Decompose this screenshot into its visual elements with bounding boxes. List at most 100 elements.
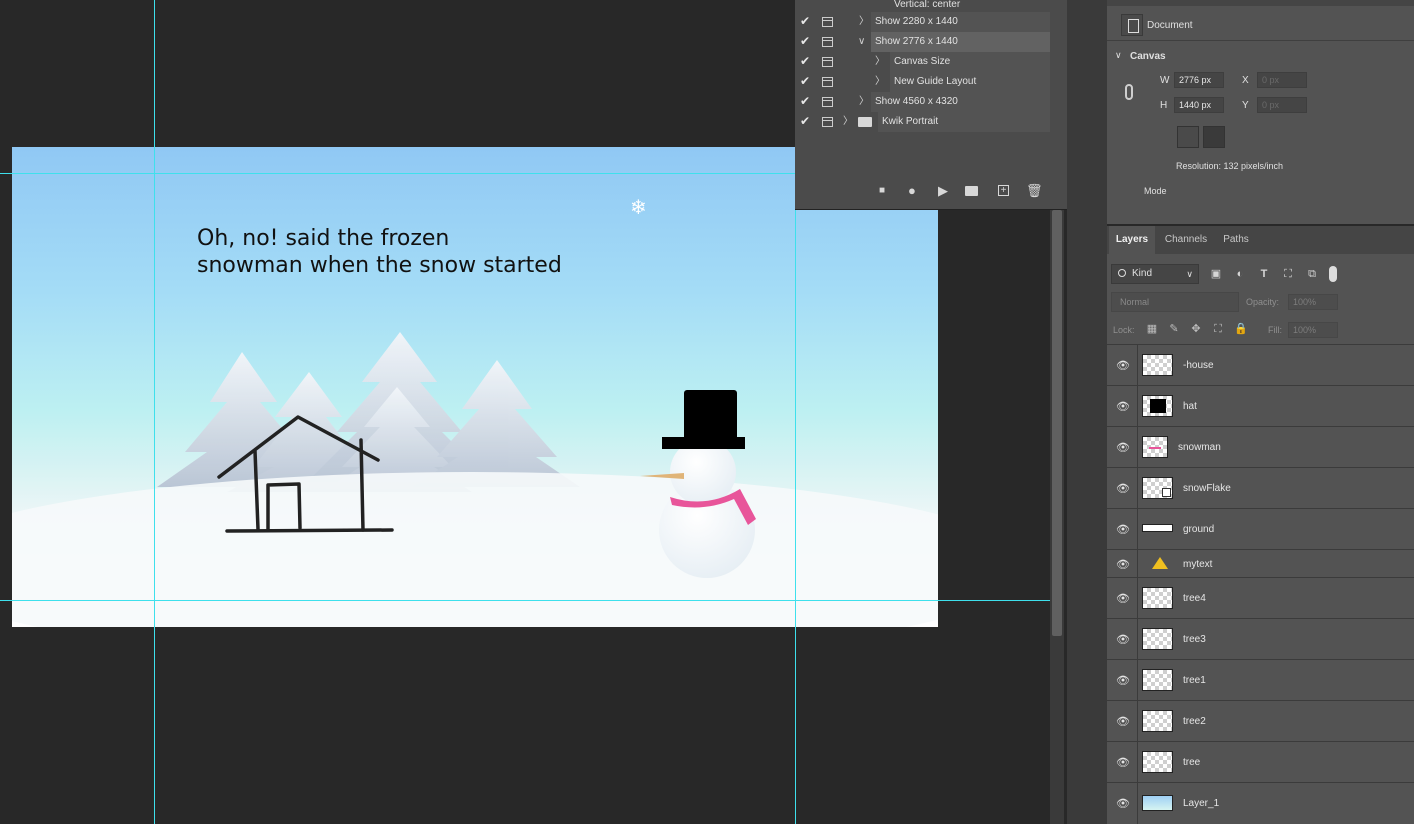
hat-thumbnail-shape	[1150, 399, 1166, 413]
dialog-toggle-icon[interactable]	[822, 117, 833, 127]
layer-row[interactable]: 👁 tree	[1107, 741, 1414, 782]
layer-row[interactable]: 👁 Layer_1	[1107, 782, 1414, 824]
scrollbar-thumb[interactable]	[1052, 210, 1062, 636]
chevron-right-icon[interactable]: 〉	[859, 12, 869, 32]
chevron-right-icon[interactable]: 〉	[875, 72, 885, 92]
fill-input[interactable]: 100%	[1288, 322, 1338, 338]
layer-name[interactable]: snowman	[1178, 442, 1221, 453]
guide-vertical[interactable]	[154, 0, 155, 824]
new-set-folder-icon[interactable]	[965, 186, 978, 196]
layer-row[interactable]: 👁 snowFlake	[1107, 467, 1414, 508]
dialog-toggle-icon[interactable]	[822, 57, 833, 67]
lock-transparent-icon[interactable]: ▦	[1146, 323, 1158, 335]
chevron-right-icon[interactable]: 〉	[859, 92, 869, 112]
layer-row[interactable]: 👁 snowman	[1107, 426, 1414, 467]
opacity-input[interactable]: 100%	[1288, 294, 1338, 310]
height-input[interactable]: 1440 px	[1174, 97, 1224, 113]
checkmark-icon[interactable]: ✔	[800, 54, 814, 68]
layer-name[interactable]: tree2	[1183, 716, 1206, 727]
checkmark-icon[interactable]: ✔	[800, 94, 814, 108]
layer-name[interactable]: tree1	[1183, 675, 1206, 686]
width-input[interactable]: 2776 px	[1174, 72, 1224, 88]
action-row[interactable]: ✔ 〉 Show 2280 x 1440	[795, 12, 1050, 32]
action-row-selected[interactable]: ✔ ∨ Show 2776 x 1440	[795, 32, 1050, 52]
play-icon[interactable]: ▶	[938, 183, 948, 199]
tab-paths[interactable]: Paths	[1215, 226, 1257, 254]
layer-thumbnail	[1142, 436, 1168, 458]
trash-icon[interactable]: 🗑	[1026, 183, 1043, 199]
layer-row[interactable]: 👁 tree2	[1107, 700, 1414, 741]
layer-name[interactable]: mytext	[1183, 559, 1212, 570]
layer-name[interactable]: -house	[1183, 360, 1214, 371]
checkmark-icon[interactable]: ✔	[800, 74, 814, 88]
guide-horizontal[interactable]	[0, 600, 1050, 601]
vertical-scrollbar[interactable]	[1050, 210, 1064, 824]
action-set-row[interactable]: ✔ 〉 Kwik Portrait	[795, 112, 1050, 132]
lock-all-icon[interactable]: 🔒	[1234, 323, 1248, 335]
kind-filter-select[interactable]: Kind ∨	[1111, 264, 1199, 284]
layer-row[interactable]: 👁 tree3	[1107, 618, 1414, 659]
action-row[interactable]: ✔ 〉 Show 4560 x 4320	[795, 92, 1050, 112]
canvas-section-title[interactable]: Canvas	[1130, 51, 1166, 62]
checkmark-icon[interactable]: ✔	[800, 34, 814, 48]
layer-name[interactable]: Layer_1	[1183, 798, 1219, 809]
action-row[interactable]: ✔ 〉 Canvas Size	[795, 52, 1050, 72]
x-input[interactable]: 0 px	[1257, 72, 1307, 88]
shape-filter-icon[interactable]: ⛶	[1282, 268, 1294, 280]
y-input[interactable]: 0 px	[1257, 97, 1307, 113]
stop-icon[interactable]: ■	[879, 183, 885, 199]
layer-name[interactable]: tree4	[1183, 593, 1206, 604]
eye-icon[interactable]: 👁	[1115, 400, 1131, 413]
layer-row[interactable]: 👁 tree4	[1107, 577, 1414, 618]
smart-object-filter-icon[interactable]: ⧉	[1306, 268, 1318, 280]
eye-icon[interactable]: 👁	[1115, 359, 1131, 372]
eye-icon[interactable]: 👁	[1115, 715, 1131, 728]
eye-icon[interactable]: 👁	[1115, 592, 1131, 605]
portrait-orientation-icon[interactable]	[1177, 126, 1199, 148]
type-filter-icon[interactable]: T	[1258, 268, 1270, 280]
document-canvas[interactable]: Oh, no! said the frozen snowman when the…	[12, 147, 938, 627]
checkmark-icon[interactable]: ✔	[800, 114, 814, 128]
record-icon[interactable]: ●	[908, 183, 916, 199]
layer-row[interactable]: 👁 tree1	[1107, 659, 1414, 700]
chevron-down-icon[interactable]: ∨	[1115, 50, 1122, 61]
eye-icon[interactable]: 👁	[1115, 523, 1131, 536]
link-icon[interactable]	[1125, 84, 1133, 100]
layer-name[interactable]: snowFlake	[1183, 483, 1231, 494]
blend-mode-select[interactable]: Normal	[1111, 292, 1239, 312]
layer-name[interactable]: ground	[1183, 524, 1214, 535]
dialog-toggle-icon[interactable]	[822, 17, 833, 27]
eye-icon[interactable]: 👁	[1115, 633, 1131, 646]
landscape-orientation-icon[interactable]	[1203, 126, 1225, 148]
lock-artboard-icon[interactable]: ⛶	[1212, 323, 1224, 335]
eye-icon[interactable]: 👁	[1115, 756, 1131, 769]
checkmark-icon[interactable]: ✔	[800, 14, 814, 28]
dialog-toggle-icon[interactable]	[822, 37, 833, 47]
chevron-down-icon[interactable]: ∨	[858, 32, 865, 52]
layer-name[interactable]: tree	[1183, 757, 1200, 768]
filter-toggle[interactable]	[1329, 266, 1337, 282]
new-action-icon[interactable]: +	[998, 185, 1009, 196]
tab-layers[interactable]: Layers	[1109, 226, 1155, 254]
chevron-right-icon[interactable]: 〉	[843, 112, 853, 132]
eye-icon[interactable]: 👁	[1115, 558, 1131, 571]
pixel-filter-icon[interactable]: ▣	[1210, 268, 1222, 280]
adjustment-filter-icon[interactable]: ◐	[1234, 268, 1246, 280]
eye-icon[interactable]: 👁	[1115, 482, 1131, 495]
lock-brush-icon[interactable]: ✎	[1168, 323, 1180, 335]
eye-icon[interactable]: 👁	[1115, 441, 1131, 454]
dialog-toggle-icon[interactable]	[822, 77, 833, 87]
layer-name[interactable]: tree3	[1183, 634, 1206, 645]
layer-row[interactable]: 👁 mytext	[1107, 549, 1414, 577]
eye-icon[interactable]: 👁	[1115, 797, 1131, 810]
dialog-toggle-icon[interactable]	[822, 97, 833, 107]
layer-row[interactable]: 👁 hat	[1107, 385, 1414, 426]
layer-name[interactable]: hat	[1183, 401, 1197, 412]
tab-channels[interactable]: Channels	[1157, 226, 1215, 254]
chevron-right-icon[interactable]: 〉	[875, 52, 885, 72]
action-row[interactable]: ✔ 〉 New Guide Layout	[795, 72, 1050, 92]
layer-row[interactable]: 👁 -house	[1107, 344, 1414, 385]
eye-icon[interactable]: 👁	[1115, 674, 1131, 687]
lock-move-icon[interactable]: ✥	[1190, 323, 1202, 335]
layer-row[interactable]: 👁 ground	[1107, 508, 1414, 549]
